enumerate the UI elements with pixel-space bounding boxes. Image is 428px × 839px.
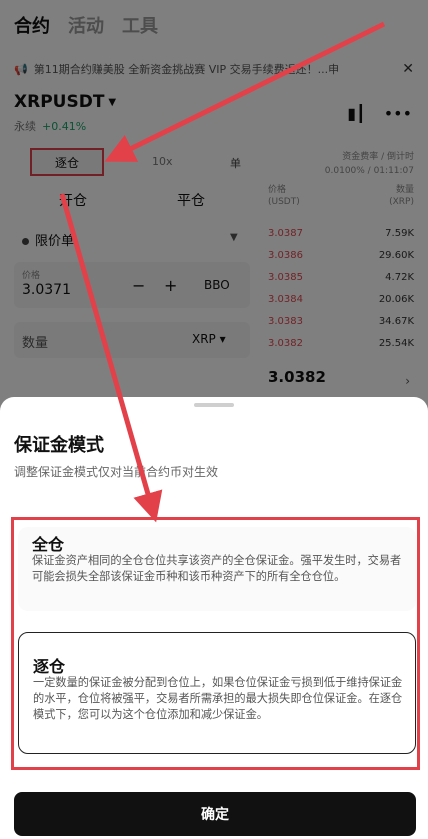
- confirm-button[interactable]: 确定: [14, 792, 416, 836]
- margin-mode-sheet: 保证金模式 调整保证金模式仅对当前合约币对生效 全仓 保证金资产相同的全仓仓位共…: [0, 397, 428, 839]
- annotation-highlight-box: [11, 517, 420, 770]
- sheet-handle[interactable]: [194, 403, 234, 407]
- sheet-subtitle: 调整保证金模式仅对当前合约币对生效: [14, 465, 219, 479]
- sheet-title: 保证金模式: [14, 435, 104, 456]
